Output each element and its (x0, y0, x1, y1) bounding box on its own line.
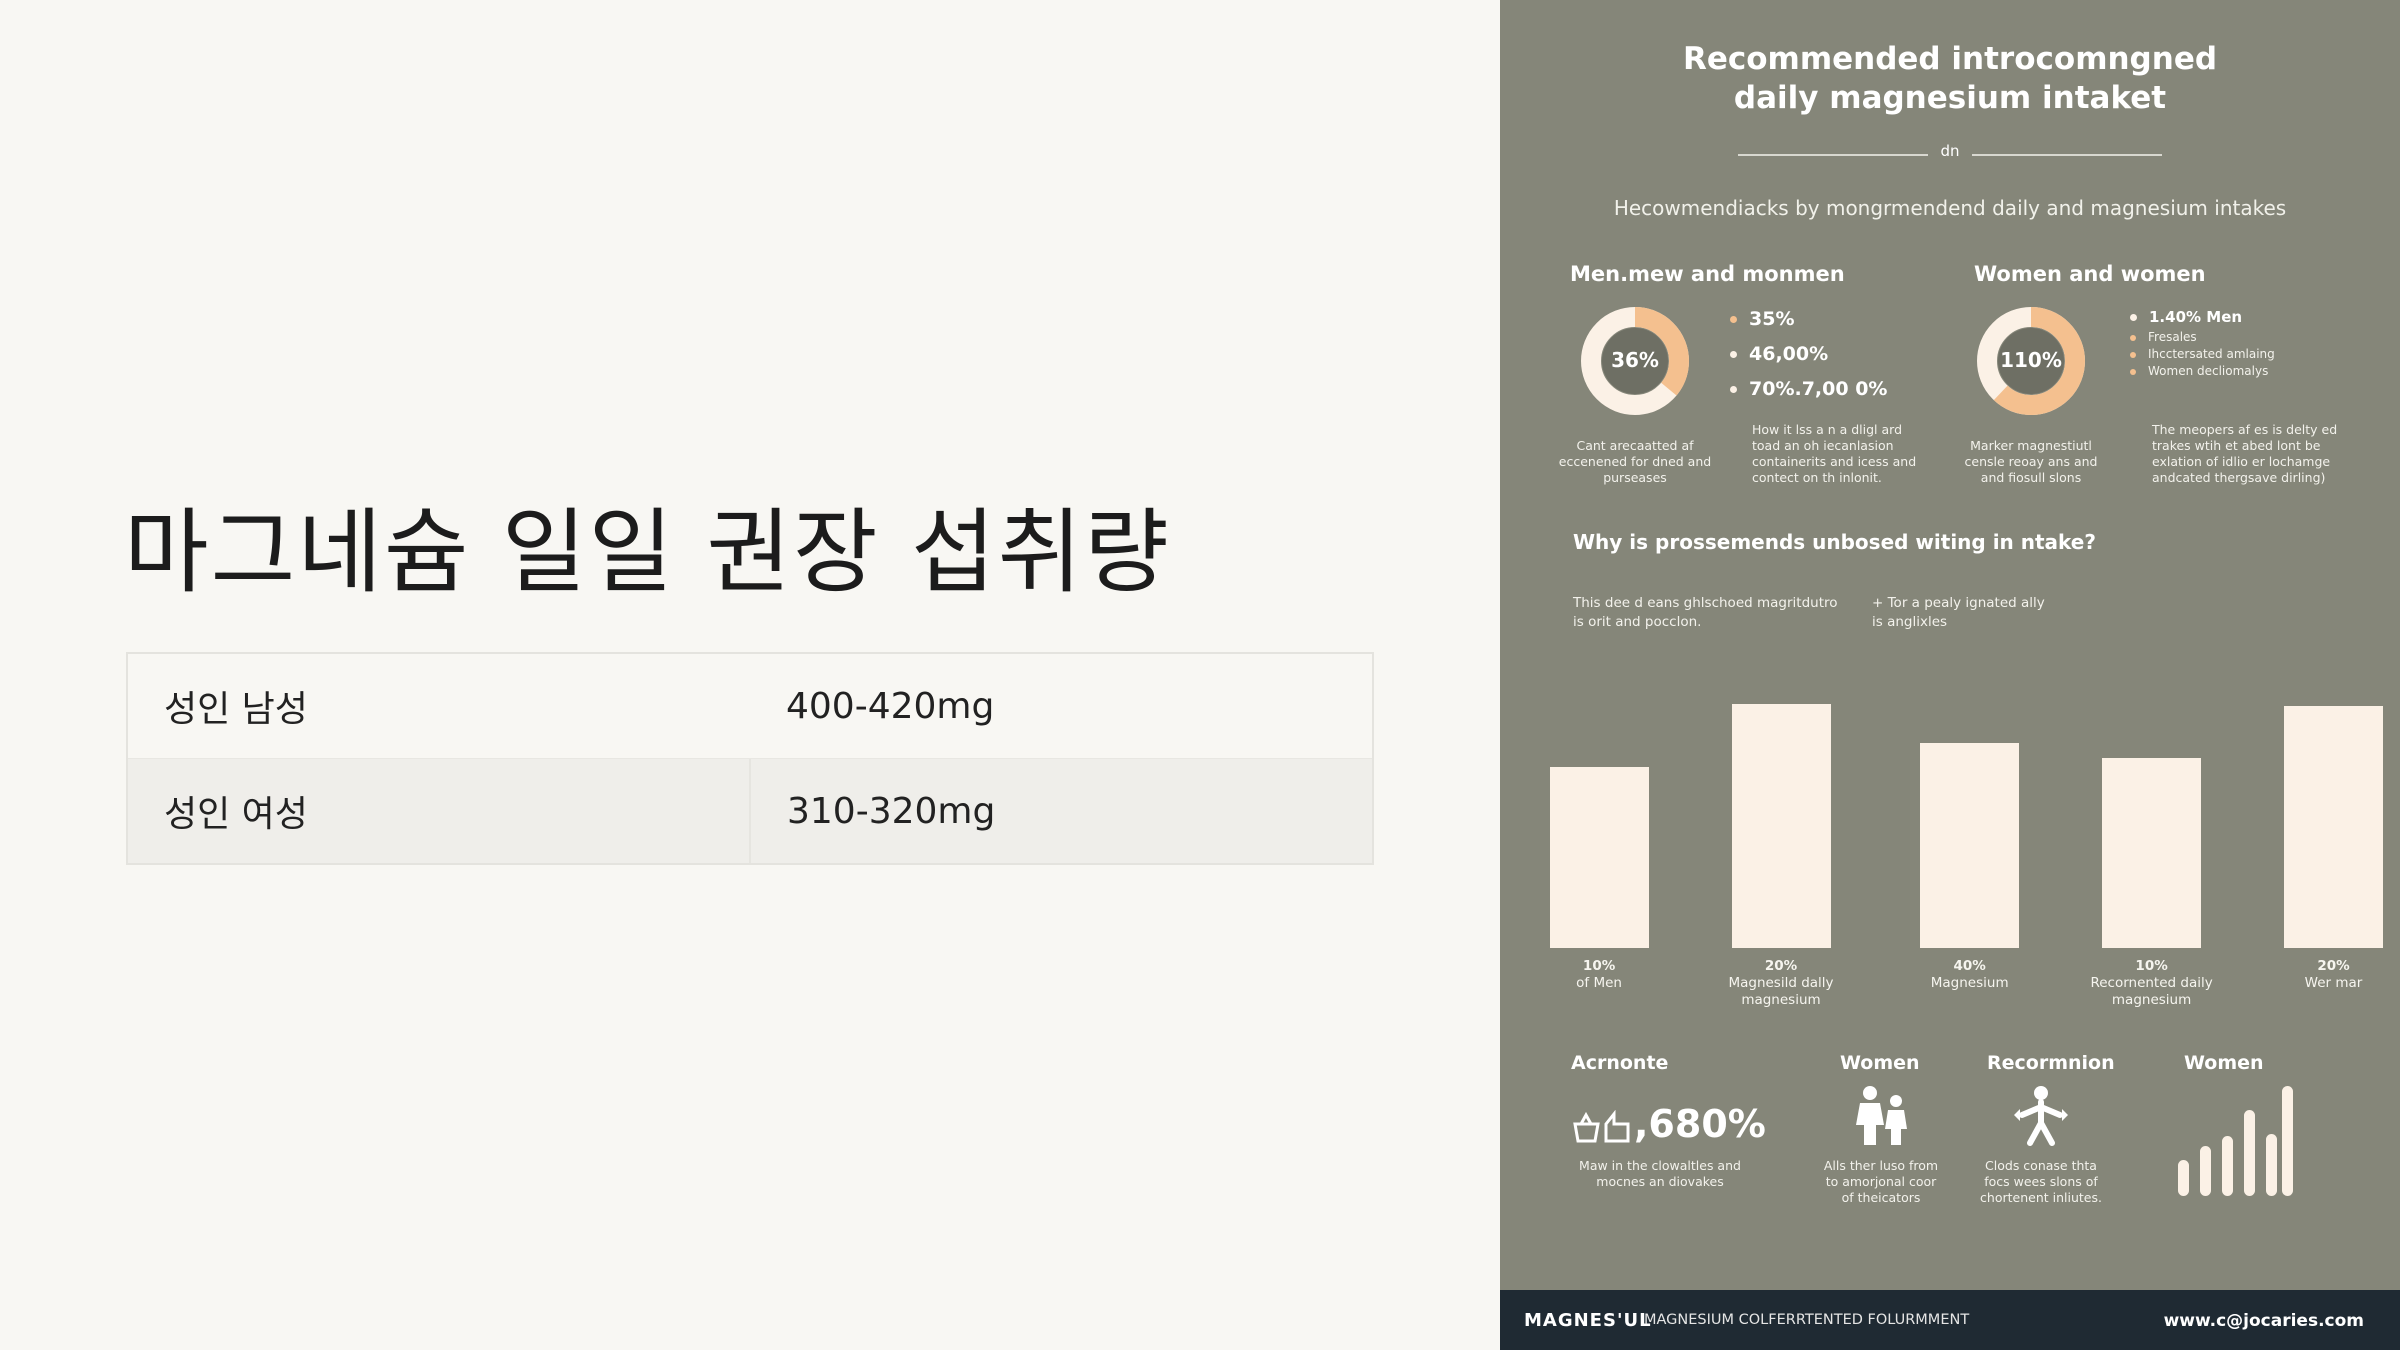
stat-caption-3: Clods conase thta focs wees slons of cho… (1980, 1158, 2102, 1205)
bar-label: 10% of Men (1576, 958, 1622, 991)
stat-heading-2: Women (1840, 1052, 1920, 1074)
stat-heading-3: Recormnion (1987, 1052, 2115, 1074)
slide-left-panel: 마그네슘 일일 권장 섭취량 성인 남성 400-420mg 성인 여성 310… (0, 0, 1500, 1350)
slide-title: 마그네슘 일일 권장 섭취량 (124, 499, 1171, 606)
footer-text: MAGNESIUM COLFERRTENTED FOLURMMENT (1644, 1312, 1970, 1328)
bar (1549, 767, 1649, 948)
bar-label: 20% Magnesild dally magnesium (1728, 958, 1834, 1008)
stat-caption-1: Maw in the clowaltles and mocnes an diov… (1579, 1158, 1741, 1189)
bar-label: 40% Magnesium (1930, 958, 2009, 991)
intake-table: 성인 남성 400-420mg 성인 여성 310-320mg (126, 652, 1374, 865)
table-cell-group: 성인 여성 (164, 794, 308, 835)
footer-url[interactable]: www.c@jocaries.com (2164, 1311, 2364, 1331)
bar-label: 10% Recornented daily magnesium (2090, 958, 2213, 1008)
people-icon (1856, 1086, 1907, 1145)
basket-icon (1573, 1110, 1630, 1143)
footer-brand: MAGNES'UL (1524, 1310, 1652, 1331)
stat-value: ,680% (1634, 1102, 1766, 1146)
infographic-poster: Recommended introcomngned daily magnesiu… (1500, 0, 2400, 1350)
signal-bars-icon (2178, 1086, 2293, 1196)
person-stretch-icon (2014, 1086, 2068, 1146)
table-cell-amount: 310-320mg (749, 759, 1372, 863)
poster-footer: MAGNES'UL MAGNESIUM COLFERRTENTED FOLURM… (1500, 1290, 2400, 1350)
stat-caption-2: Alls ther luso from to amorjonal coor of… (1823, 1158, 1939, 1205)
table-cell-group: 성인 남성 (164, 689, 308, 730)
table-cell-amount: 400-420mg (786, 685, 995, 727)
stat-heading-1: Acrnonte (1571, 1052, 1669, 1074)
bar (1920, 743, 2020, 948)
table-row: 성인 여성 310-320mg (128, 758, 1372, 863)
table-row: 성인 남성 400-420mg (128, 654, 1372, 758)
bar (2284, 706, 2383, 948)
bar-label: 20% Wer mar (2304, 958, 2363, 991)
bar (1731, 704, 1831, 948)
bar (2102, 757, 2202, 948)
stat-heading-4: Women (2184, 1052, 2264, 1074)
